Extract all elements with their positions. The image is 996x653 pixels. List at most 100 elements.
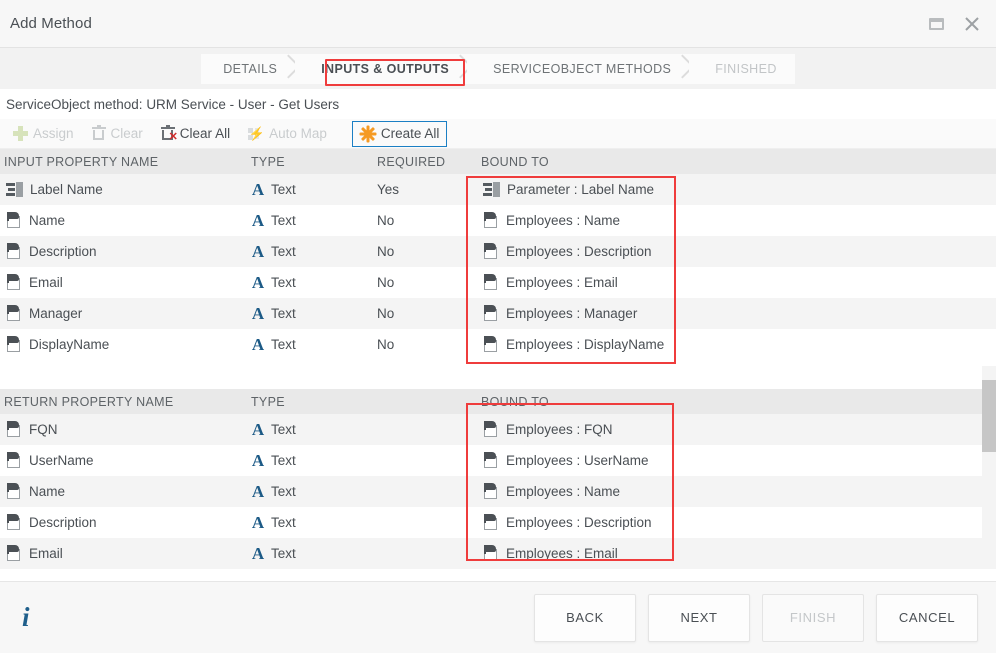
row-required: No (377, 337, 477, 352)
row-bound-to[interactable]: Employees : UserName (477, 452, 996, 469)
cancel-button[interactable]: CANCEL (876, 594, 978, 642)
row-type: A Text (250, 545, 377, 562)
entity-icon (6, 421, 22, 438)
row-property-name: DisplayName (0, 336, 250, 353)
row-required: No (377, 244, 477, 259)
entity-icon (6, 483, 22, 500)
row-bound-to[interactable]: Employees : Email (477, 274, 996, 291)
wizard-step-label: SERVICEOBJECT METHODS (493, 62, 671, 76)
table-row[interactable]: UserName A Text Employees : UserName (0, 445, 996, 476)
create-all-button-label: Create All (381, 126, 440, 141)
row-property-name: Email (0, 274, 250, 291)
text-type-icon: A (251, 545, 265, 562)
table-row[interactable]: Description A Text Employees : Descripti… (0, 507, 996, 538)
entity-icon (6, 212, 22, 229)
row-type: A Text (250, 514, 377, 531)
entity-icon (483, 452, 499, 469)
row-bound-to[interactable]: Employees : Description (477, 514, 996, 531)
table-row[interactable]: Name A Text Employees : Name (0, 476, 996, 507)
entity-icon (483, 545, 499, 562)
wizard-step-finished: FINISHED (689, 54, 795, 84)
row-type: A Text (250, 305, 377, 322)
row-bound-to-label: Employees : FQN (506, 422, 613, 437)
assign-button-label: Assign (33, 126, 74, 141)
row-bound-to[interactable]: Parameter : Label Name (477, 182, 996, 197)
row-bound-to[interactable]: Employees : FQN (477, 421, 996, 438)
table-row[interactable]: Label Name A Text Yes Parameter : Label … (0, 174, 996, 205)
row-type: A Text (250, 483, 377, 500)
row-property-name: Description (0, 514, 250, 531)
back-button[interactable]: BACK (534, 594, 636, 642)
row-bound-to[interactable]: Employees : Description (477, 243, 996, 260)
table-row[interactable]: Description A Text No Employees : Descri… (0, 236, 996, 267)
table-row[interactable]: Manager A Text No Employees : Manager (0, 298, 996, 329)
entity-icon (483, 305, 499, 322)
return-list-scrollbar[interactable] (982, 366, 996, 565)
assign-button[interactable]: Assign (4, 122, 83, 146)
entity-icon (483, 514, 499, 531)
finish-button: FINISH (762, 594, 864, 642)
row-type-label: Text (271, 546, 296, 561)
text-type-icon: A (251, 181, 265, 198)
entity-icon (6, 336, 22, 353)
section-spacer (0, 360, 996, 389)
info-icon[interactable]: i (22, 604, 30, 631)
col-header-required: REQUIRED (377, 155, 477, 169)
parameter-icon (483, 182, 500, 197)
row-type: A Text (250, 212, 377, 229)
return-table-header: RETURN PROPERTY NAME TYPE BOUND TO (0, 389, 996, 414)
row-property-name-label: Manager (29, 306, 82, 321)
row-bound-to[interactable]: Employees : Name (477, 212, 996, 229)
text-type-icon: A (251, 305, 265, 322)
row-bound-to-label: Parameter : Label Name (507, 182, 654, 197)
wizard-step-details[interactable]: DETAILS (201, 54, 295, 84)
row-bound-to[interactable]: Employees : Email (477, 545, 996, 562)
maximize-icon (929, 18, 944, 30)
wizard-step-inputs-outputs[interactable]: INPUTS & OUTPUTS (295, 54, 467, 84)
next-button[interactable]: NEXT (648, 594, 750, 642)
table-row[interactable]: DisplayName A Text No Employees : Displa… (0, 329, 996, 360)
row-bound-to-label: Employees : Name (506, 484, 620, 499)
row-bound-to-label: Employees : Description (506, 515, 652, 530)
auto-map-button[interactable]: ⚡ Auto Map (239, 122, 336, 146)
row-bound-to-label: Employees : Email (506, 546, 618, 561)
text-type-icon: A (251, 274, 265, 291)
text-type-icon: A (251, 336, 265, 353)
row-bound-to[interactable]: Employees : Name (477, 483, 996, 500)
entity-icon (6, 274, 22, 291)
row-bound-to[interactable]: Employees : DisplayName (477, 336, 996, 353)
wizard-step-serviceobject-methods[interactable]: SERVICEOBJECT METHODS (467, 54, 689, 84)
row-bound-to-label: Employees : Manager (506, 306, 637, 321)
entity-icon (483, 483, 499, 500)
text-type-icon: A (251, 212, 265, 229)
clear-all-button[interactable]: ✕ Clear All (152, 122, 239, 146)
table-row[interactable]: Email A Text Employees : Email (0, 538, 996, 569)
row-type: A Text (250, 452, 377, 469)
close-button[interactable] (962, 14, 982, 34)
clear-button-label: Clear (111, 126, 143, 141)
auto-map-icon: ⚡ (248, 127, 264, 141)
row-bound-to[interactable]: Employees : Manager (477, 305, 996, 322)
row-property-name: Manager (0, 305, 250, 322)
entity-icon (483, 336, 499, 353)
row-bound-to-label: Employees : UserName (506, 453, 649, 468)
col-header-type: TYPE (250, 395, 377, 409)
row-type-label: Text (271, 182, 296, 197)
starburst-icon (360, 126, 376, 142)
mapping-content: INPUT PROPERTY NAME TYPE REQUIRED BOUND … (0, 149, 996, 581)
entity-icon (6, 545, 22, 562)
row-bound-to-label: Employees : Description (506, 244, 652, 259)
chevron-right-icon (452, 54, 468, 84)
scrollbar-thumb[interactable] (982, 380, 996, 452)
table-row[interactable]: Email A Text No Employees : Email (0, 267, 996, 298)
dialog-title: Add Method (10, 15, 92, 32)
footer-buttons: BACK NEXT FINISH CANCEL (534, 594, 978, 642)
maximize-button[interactable] (926, 14, 946, 34)
wizard-step-label: INPUTS & OUTPUTS (321, 62, 449, 76)
entity-icon (483, 243, 499, 260)
table-row[interactable]: Name A Text No Employees : Name (0, 205, 996, 236)
table-row[interactable]: FQN A Text Employees : FQN (0, 414, 996, 445)
clear-button[interactable]: Clear (83, 122, 152, 146)
chevron-right-icon (280, 54, 296, 84)
create-all-button[interactable]: Create All (352, 121, 448, 147)
